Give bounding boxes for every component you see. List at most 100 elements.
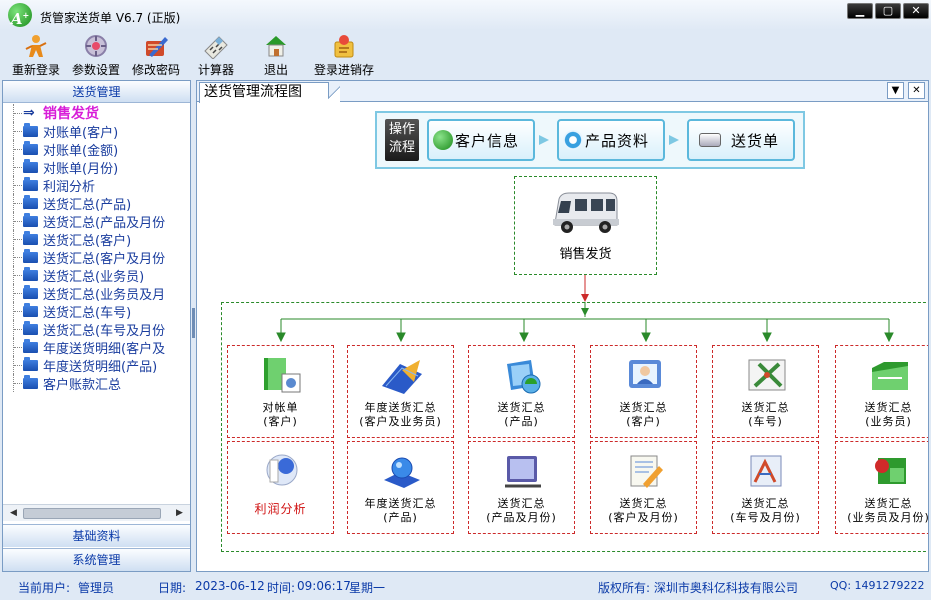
folder-icon: [23, 140, 38, 155]
tree-item[interactable]: 对账单(月份): [3, 158, 190, 177]
vehicle-summary-icon: [748, 359, 786, 391]
folder-icon: [23, 338, 38, 353]
folder-icon: [23, 320, 38, 335]
password-icon: [146, 37, 168, 57]
toolbar: 重新登录 参数设置 修改密码 计算器 退出 登录进销存: [0, 30, 931, 78]
copyright: 版权所有: 深圳市奥科亿科技有限公司: [598, 581, 798, 595]
date-value: 2023-06-12: [195, 579, 265, 593]
folder-icon: [23, 284, 38, 299]
folder-icon: [23, 122, 38, 137]
tree-item[interactable]: 送货汇总(业务员及月: [3, 284, 190, 303]
current-user-label: 当前用户:: [18, 581, 71, 595]
report-delivery-product[interactable]: 送货汇总 (产品): [468, 345, 575, 438]
report-delivery-salesman[interactable]: 送货汇总 (业务员): [835, 345, 928, 438]
folder-icon: [23, 176, 38, 191]
tree-item[interactable]: 利润分析: [3, 176, 190, 195]
tab-close-icon[interactable]: ✕: [908, 82, 925, 99]
tree-item[interactable]: 对账单(金额): [3, 140, 190, 159]
report-delivery-vehicle-month[interactable]: 送货汇总 (车号及月份): [712, 441, 819, 534]
tree-item[interactable]: 送货汇总(业务员): [3, 266, 190, 285]
scroll-right-icon[interactable]: ▶: [172, 506, 187, 520]
statement-icon: [264, 358, 301, 393]
login-erp-icon: [334, 35, 354, 58]
title-bar: A+ 货管家送货单 V6.7 (正版) ▁ ▢ ✕: [0, 0, 931, 30]
nav-tree: ⇒ 销售发货 对账单(客户) 对账单(金额) 对账单(月份) 利润分析 送货汇总…: [3, 103, 190, 503]
tree-item[interactable]: 送货汇总(产品): [3, 194, 190, 213]
report-delivery-customer-month[interactable]: 送货汇总 (客户及月份): [590, 441, 697, 534]
folder-icon: [23, 194, 38, 209]
tree-item[interactable]: 对账单(客户): [3, 122, 190, 141]
folder-icon: [23, 266, 38, 281]
arrow-right-icon: ⇒: [23, 105, 35, 121]
folder-icon: [23, 248, 38, 263]
settings-button[interactable]: 参数设置: [66, 30, 126, 78]
folder-icon: [23, 212, 38, 227]
tree-item-sales-delivery[interactable]: ⇒ 销售发货: [3, 104, 190, 122]
tab-dropdown-icon[interactable]: ▼: [887, 82, 904, 99]
tab-bar: 送货管理流程图 ▼ ✕: [197, 81, 928, 103]
folder-icon: [23, 302, 38, 317]
scroll-thumb[interactable]: [23, 508, 161, 519]
current-user: 管理员: [78, 581, 115, 595]
left-nav-panel: 送货管理 ⇒ 销售发货 对账单(客户) 对账单(金额) 对账单(月份) 利润分析…: [2, 80, 191, 572]
nav-header-delivery[interactable]: 送货管理: [3, 81, 190, 103]
tree-item[interactable]: 送货汇总(产品及月份: [3, 212, 190, 231]
scroll-left-icon[interactable]: ◀: [6, 506, 21, 520]
customer-month-icon: [630, 455, 663, 488]
maximize-button[interactable]: ▢: [875, 3, 901, 19]
report-annual-product[interactable]: 年度送货汇总 (产品): [347, 441, 454, 534]
tree-item[interactable]: 年度送货明细(客户及: [3, 338, 190, 357]
exit-icon: [266, 36, 286, 57]
folder-icon: [23, 374, 38, 389]
profit-analysis-icon: [266, 454, 298, 486]
report-delivery-customer[interactable]: 送货汇总 (客户): [590, 345, 697, 438]
login-erp-button[interactable]: 登录进销存: [306, 30, 382, 78]
nav-header-basic-data[interactable]: 基础资料: [3, 524, 190, 547]
window-title: 货管家送货单 V6.7 (正版): [40, 11, 181, 25]
tree-item[interactable]: 送货汇总(客户): [3, 230, 190, 249]
horizontal-scrollbar[interactable]: ◀ ▶: [3, 504, 190, 521]
calculator-icon: [204, 36, 228, 59]
relogin-button[interactable]: 重新登录: [6, 30, 66, 78]
settings-icon: [85, 35, 107, 57]
time-label: 时间:: [267, 581, 296, 595]
product-summary-icon: [507, 360, 541, 394]
report-delivery-product-month[interactable]: 送货汇总 (产品及月份): [468, 441, 575, 534]
tab-delivery-flowchart[interactable]: 送货管理流程图: [199, 82, 340, 103]
report-statement-customer[interactable]: 对帐单 (客户): [227, 345, 334, 438]
status-bar: 当前用户: 管理员 日期: 2023-06-12 时间: 09:06:17 星期…: [0, 574, 931, 600]
folder-icon: [23, 356, 38, 371]
folder-icon: [23, 230, 38, 245]
qq-number: QQ: 1491279222: [830, 579, 925, 592]
change-password-button[interactable]: 修改密码: [126, 30, 186, 78]
folder-icon: [23, 158, 38, 173]
tree-item[interactable]: 送货汇总(车号及月份: [3, 320, 190, 339]
date-label: 日期:: [158, 581, 187, 595]
product-month-icon: [505, 456, 541, 488]
calculator-button[interactable]: 计算器: [186, 30, 246, 78]
main-panel: 送货管理流程图 ▼ ✕ 操作流程 客户信息 产品资料 送货单 销售发货 对帐单 …: [196, 80, 929, 572]
close-button[interactable]: ✕: [903, 3, 929, 19]
salesman-summary-icon: [872, 362, 908, 390]
salesman-month-icon: [875, 458, 906, 484]
report-delivery-salesman-month[interactable]: 送货汇总 (业务员及月份): [835, 441, 928, 534]
report-annual-customer-salesman[interactable]: 年度送货汇总 (客户及业务员): [347, 345, 454, 438]
annual-report-icon: [382, 360, 422, 394]
tree-item[interactable]: 客户账款汇总: [3, 374, 190, 393]
nav-header-system[interactable]: 系统管理: [3, 548, 190, 571]
report-profit-analysis[interactable]: 利润分析: [227, 441, 334, 534]
report-delivery-vehicle[interactable]: 送货汇总 (车号): [712, 345, 819, 438]
tree-item[interactable]: 年度送货明细(产品): [3, 356, 190, 375]
vehicle-month-icon: [750, 455, 782, 487]
relogin-icon: [25, 35, 47, 57]
flowchart-canvas: 操作流程 客户信息 产品资料 送货单 销售发货 对帐单 (客户) 年度送货汇总 …: [197, 103, 928, 571]
weekday: 星期一: [349, 581, 386, 595]
minimize-button[interactable]: ▁: [847, 3, 873, 19]
tree-item[interactable]: 送货汇总(客户及月份: [3, 248, 190, 267]
tree-item[interactable]: 送货汇总(车号): [3, 302, 190, 321]
annual-product-icon: [384, 457, 420, 488]
customer-summary-icon: [629, 360, 661, 388]
time-value: 09:06:17: [297, 579, 351, 593]
exit-button[interactable]: 退出: [246, 30, 306, 78]
app-logo-icon: A+: [8, 3, 32, 28]
